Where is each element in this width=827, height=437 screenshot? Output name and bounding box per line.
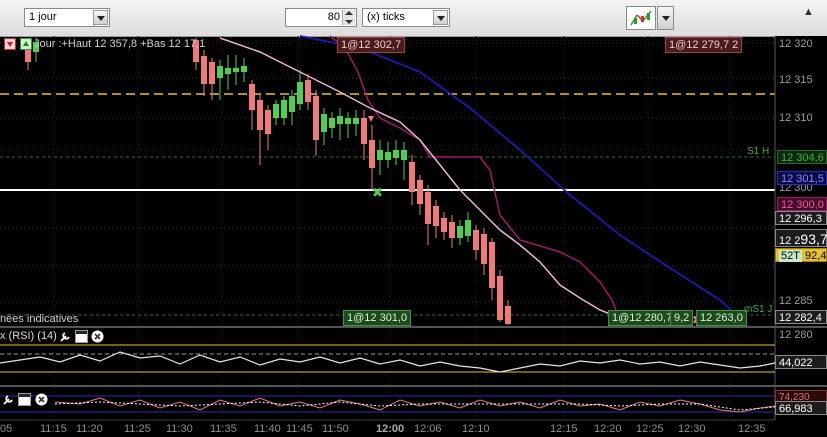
price-tag-yellow-value: 92,4 <box>805 250 827 262</box>
time-axis-label: 12:30 <box>678 423 706 435</box>
price-axis-label: 12 310 <box>779 112 813 124</box>
sell-marker-icon <box>368 116 374 122</box>
time-axis-label: 05 <box>0 423 13 435</box>
order-tag-bottom-right-3[interactable]: 12 263,0 <box>696 310 747 326</box>
stoch-d-line <box>54 401 776 411</box>
order-tag-top-mid-label: 1@12 302,7 <box>341 39 402 51</box>
time-axis-label: 11:15 <box>40 423 67 435</box>
time-axis-label: 12:00 <box>376 423 405 435</box>
price-axis-label: 12 285 <box>779 295 813 307</box>
time-axis-label: 12:20 <box>594 423 622 435</box>
order-tag-bottom-right-label: 1@12 280,7 <box>612 312 673 324</box>
price-tag-yellow-prefix: 52T <box>779 250 802 262</box>
order-tag-top-right[interactable]: 1@12 279,7 2 <box>665 37 743 53</box>
close-icon[interactable] <box>91 330 104 343</box>
sell-button[interactable] <box>4 38 16 50</box>
time-axis-label: 12:35 <box>738 423 766 435</box>
time-axis-label: 11:30 <box>166 423 193 435</box>
time-axis-label: 12:06 <box>414 423 442 435</box>
order-tag-bottom-right[interactable]: 1@12 280,7 <box>608 310 677 326</box>
maximize-panel-button[interactable] <box>18 393 31 406</box>
ms1-label: mS1 J <box>744 304 773 315</box>
s1-label: S1 H <box>747 146 770 157</box>
wrench-icon[interactable] <box>59 330 72 343</box>
time-axis-label: 11:40 <box>254 423 281 435</box>
close-icon[interactable] <box>35 393 48 406</box>
maximize-panel-button[interactable] <box>75 330 88 343</box>
price-tag-s1: 12 304,6 <box>777 150 827 164</box>
time-axis-label: 12:25 <box>636 423 664 435</box>
candles <box>25 38 511 325</box>
time-axis-label: 11:25 <box>124 423 151 435</box>
order-tag-top-right-label: 1@12 279,7 <box>669 39 730 51</box>
price-tag-purple: 12 300,0 <box>777 197 827 211</box>
rsi-line <box>0 351 776 373</box>
day-range-text: Jour :+Haut 12 357,8 +Bas 12 1 <box>34 38 190 50</box>
order-tag-bottom-left[interactable]: 1@12 301,0 <box>343 310 412 326</box>
buy-marker-icon: ✖ <box>372 186 383 201</box>
time-axis-label: 11:35 <box>210 423 237 435</box>
price-tag-last-prefix: 12 2 <box>779 235 801 247</box>
order-tag-bottom-right-3-label: 12 263,0 <box>700 312 743 324</box>
order-tag-bottom-left-label: 1@12 301,0 <box>347 312 408 324</box>
order-tag-top-right-tail: 2 <box>732 39 739 51</box>
price-axis-label: 12 280 <box>779 329 813 341</box>
day-range-tail: 7,1 <box>189 38 206 50</box>
rsi-panel-title: x (RSI) (14) <box>0 330 57 342</box>
disclaimer-text: nées indicatives <box>0 313 78 325</box>
order-tag-top-mid[interactable]: 1@12 302,7 <box>337 37 406 53</box>
order-tag-bottom-right-2[interactable]: 9,2 <box>670 310 694 326</box>
time-axis-label: 12:10 <box>462 423 490 435</box>
price-tag-white: 12 296,3 <box>775 211 827 225</box>
price-tag-last-big: 93,7 <box>800 231 827 247</box>
time-axis-label: 11:20 <box>76 423 103 435</box>
price-tag-yellow: 52T 92,4 <box>775 248 827 262</box>
day-range-info: Jour :+Haut 12 357,8 +Bas 12 17,1 <box>34 38 205 50</box>
ma-purple <box>329 35 621 321</box>
rsi-title-text: x (RSI) (14) <box>0 330 57 342</box>
price-chart[interactable]: ✖ ✖ <box>0 0 827 437</box>
time-axis-label: 11:50 <box>322 423 349 435</box>
time-axis-label: 12:15 <box>550 423 578 435</box>
price-axis-label: 12 320 <box>779 38 813 50</box>
order-tag-bottom-right-2-label: 9,2 <box>674 312 690 324</box>
price-tag-bottom: 12 282,4 <box>775 310 827 324</box>
buy-button[interactable] <box>20 38 32 50</box>
price-tag-last: 12 293,7 <box>775 229 827 247</box>
stoch-value-tag: 66,983 <box>775 401 827 415</box>
rsi-value-tag: 44,022 <box>775 355 827 369</box>
price-tag-blue: 12 301,5 <box>777 171 827 185</box>
disclaimer-label: nées indicatives <box>0 313 79 325</box>
time-axis-label: 11:45 <box>286 423 313 435</box>
price-axis-label: 12 315 <box>779 74 813 86</box>
wrench-icon[interactable] <box>2 393 15 406</box>
